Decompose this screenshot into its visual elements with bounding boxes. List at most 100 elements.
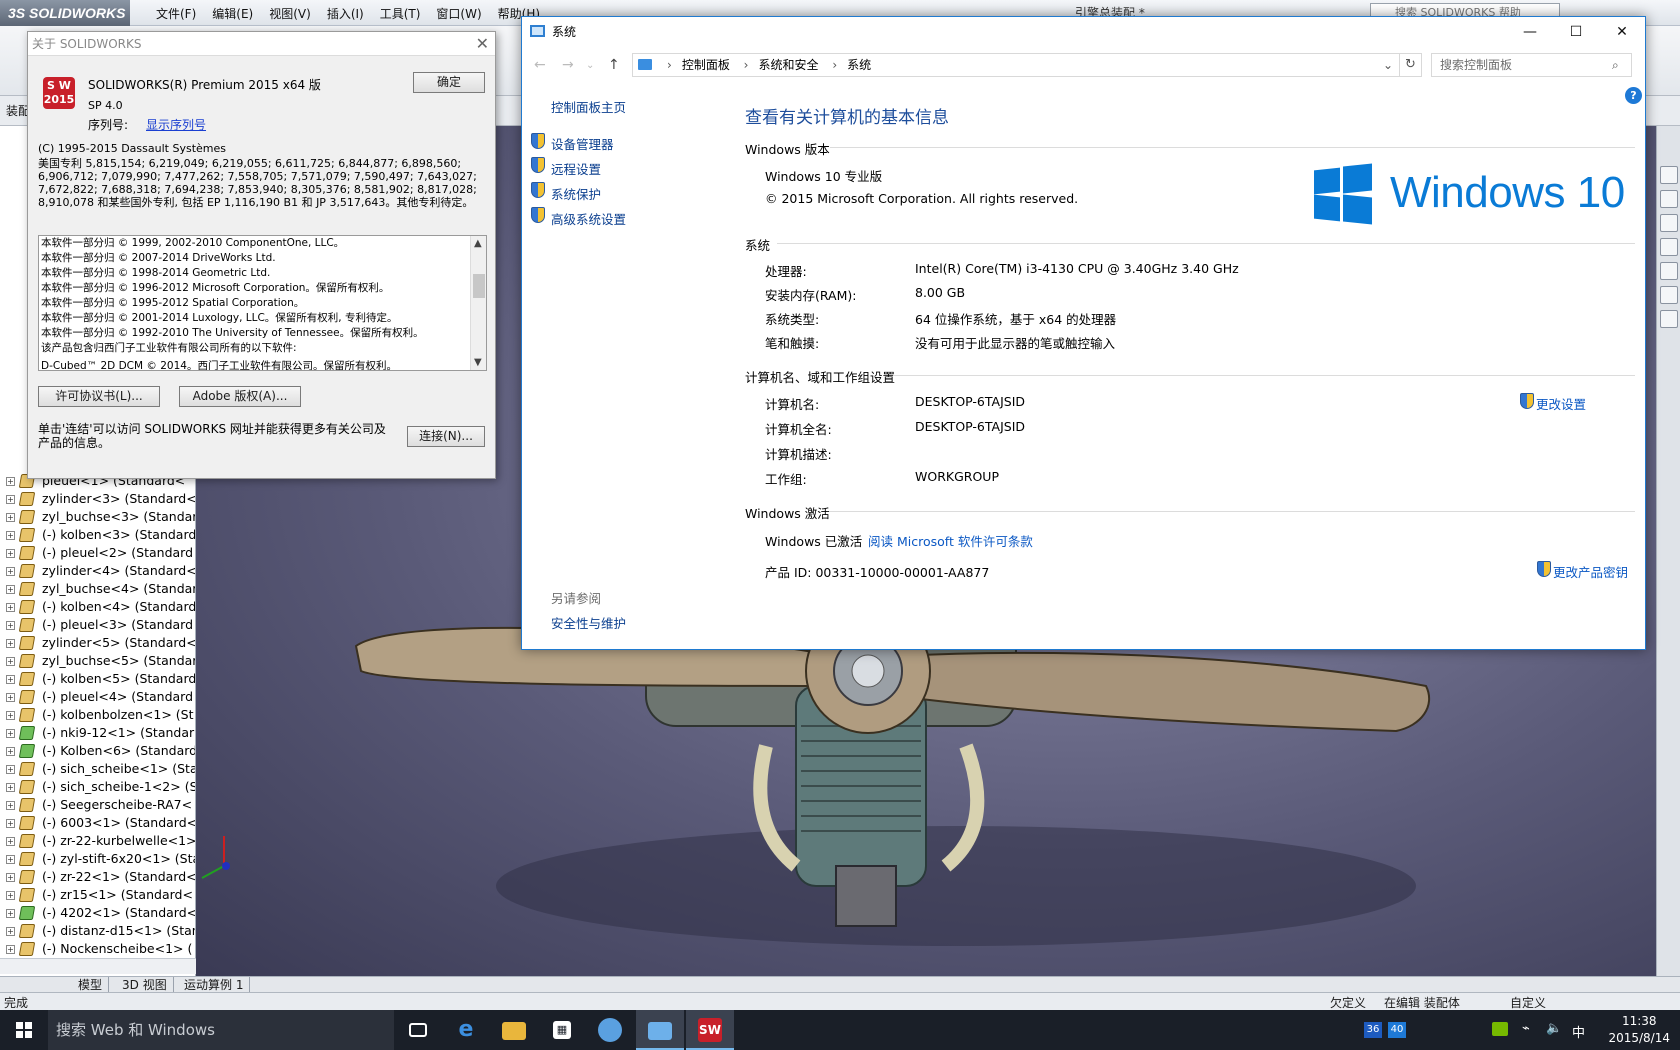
expand-icon[interactable]: + bbox=[6, 585, 15, 594]
tree-item[interactable]: + zyl_buchse<4> (Standar bbox=[0, 580, 195, 598]
tree-item[interactable]: + (-) sich_scheibe<1> (Sta bbox=[0, 760, 195, 778]
tab-model[interactable]: 模型 bbox=[72, 977, 110, 993]
appearances-icon[interactable] bbox=[1660, 262, 1678, 280]
tree-item[interactable]: + (-) nki9-12<1> (Standar bbox=[0, 724, 195, 742]
tree-item[interactable]: + (-) zr15<1> (Standard< bbox=[0, 886, 195, 904]
adobe-copyright-button[interactable]: Adobe 版权(A)... bbox=[179, 386, 301, 407]
taskbar-app-globe[interactable] bbox=[586, 1010, 634, 1050]
task-view-button[interactable] bbox=[394, 1010, 442, 1050]
tree-item[interactable]: + (-) Kolben<6> (Standard bbox=[0, 742, 195, 760]
expand-icon[interactable]: + bbox=[6, 531, 15, 540]
breadcrumb[interactable]: › 控制面板 › 系统和安全 › 系统 ⌄ bbox=[632, 53, 1400, 77]
tab-motion-study[interactable]: 运动算例 1 bbox=[178, 977, 251, 993]
volume-icon[interactable]: 🔈 bbox=[1546, 1021, 1562, 1036]
tree-item[interactable]: + (-) zr-22<1> (Standard< bbox=[0, 868, 195, 886]
start-button[interactable] bbox=[0, 1010, 48, 1050]
expand-icon[interactable]: + bbox=[6, 639, 15, 648]
nvidia-icon[interactable] bbox=[1492, 1022, 1508, 1036]
tree-item[interactable]: + (-) Nockenscheibe<1> ( bbox=[0, 940, 195, 958]
menu-edit[interactable]: 编辑(E) bbox=[204, 0, 261, 26]
forum-icon[interactable] bbox=[1660, 310, 1678, 328]
network-icon[interactable]: ⌁ bbox=[1522, 1021, 1530, 1036]
expand-icon[interactable]: + bbox=[6, 603, 15, 612]
close-icon[interactable]: ✕ bbox=[476, 34, 489, 54]
expand-icon[interactable]: + bbox=[6, 495, 15, 504]
tree-item[interactable]: + (-) pleuel<2> (Standard bbox=[0, 544, 195, 562]
recent-dropdown-icon[interactable]: ⌄ bbox=[586, 60, 594, 71]
taskbar-store[interactable]: ▦ bbox=[538, 1010, 586, 1050]
tree-item[interactable]: + (-) kolben<3> (Standard bbox=[0, 526, 195, 544]
tree-item[interactable]: + (-) sich_scheibe-1<2> (S bbox=[0, 778, 195, 796]
tree-item[interactable]: + zyl_buchse<5> (Standar bbox=[0, 652, 195, 670]
view-palette-icon[interactable] bbox=[1660, 238, 1678, 256]
expand-icon[interactable]: + bbox=[6, 855, 15, 864]
tree-item[interactable]: + (-) kolben<4> (Standard bbox=[0, 598, 195, 616]
maximize-button[interactable]: ☐ bbox=[1553, 17, 1599, 47]
help-icon[interactable]: ? bbox=[1625, 87, 1642, 104]
device-manager-link[interactable]: 设备管理器 bbox=[551, 134, 614, 153]
menu-file[interactable]: 文件(F) bbox=[148, 0, 204, 26]
status-units[interactable]: 自定义 bbox=[1510, 994, 1546, 1011]
advanced-settings-link[interactable]: 高级系统设置 bbox=[551, 209, 626, 228]
expand-icon[interactable]: + bbox=[6, 621, 15, 630]
minimize-button[interactable]: — bbox=[1507, 17, 1553, 47]
expand-icon[interactable]: + bbox=[6, 873, 15, 882]
scroll-down-icon[interactable]: ▼ bbox=[474, 357, 482, 368]
scroll-up-icon[interactable]: ▲ bbox=[474, 238, 482, 249]
security-maintenance-link[interactable]: 安全性与维护 bbox=[551, 613, 626, 632]
address-dropdown-icon[interactable]: ⌄ bbox=[1383, 54, 1393, 76]
breadcrumb-system[interactable]: 系统 bbox=[847, 58, 871, 72]
file-explorer-icon[interactable] bbox=[1660, 214, 1678, 232]
expand-icon[interactable]: + bbox=[6, 927, 15, 936]
tree-item[interactable]: + (-) kolben<5> (Standard bbox=[0, 670, 195, 688]
system-protection-link[interactable]: 系统保护 bbox=[551, 184, 601, 203]
change-product-key-link[interactable]: 更改产品密钥 bbox=[1553, 562, 1628, 581]
refresh-icon[interactable]: ↻ bbox=[1400, 53, 1422, 77]
menu-insert[interactable]: 插入(I) bbox=[319, 0, 372, 26]
taskbar-edge[interactable]: e bbox=[442, 1010, 490, 1050]
home-icon[interactable] bbox=[1660, 166, 1678, 184]
tree-item[interactable]: + zylinder<5> (Standard< bbox=[0, 634, 195, 652]
expand-icon[interactable]: + bbox=[6, 711, 15, 720]
tray-badge-40[interactable]: 40 bbox=[1388, 1022, 1406, 1038]
expand-icon[interactable]: + bbox=[6, 747, 15, 756]
expand-icon[interactable]: + bbox=[6, 819, 15, 828]
tray-badge-36[interactable]: 36 bbox=[1364, 1022, 1382, 1038]
ok-button[interactable]: 确定 bbox=[413, 72, 485, 93]
tree-item[interactable]: + (-) 6003<1> (Standard< bbox=[0, 814, 195, 832]
show-serial-link[interactable]: 显示序列号 bbox=[146, 116, 206, 133]
tree-item[interactable]: + (-) zyl-stift-6x20<1> (Sta bbox=[0, 850, 195, 868]
up-icon[interactable]: ↑ bbox=[608, 57, 620, 73]
custom-properties-icon[interactable] bbox=[1660, 286, 1678, 304]
scroll-thumb[interactable] bbox=[473, 274, 485, 298]
expand-icon[interactable]: + bbox=[6, 837, 15, 846]
expand-icon[interactable]: + bbox=[6, 783, 15, 792]
expand-icon[interactable]: + bbox=[6, 513, 15, 522]
ime-indicator[interactable]: 中 bbox=[1572, 1022, 1585, 1041]
tree-item[interactable]: + (-) kolbenbolzen<1> (St bbox=[0, 706, 195, 724]
taskbar-control-panel[interactable] bbox=[636, 1010, 684, 1050]
tab-3d-view[interactable]: 3D 视图 bbox=[116, 977, 174, 993]
breadcrumb-system-security[interactable]: 系统和安全 bbox=[758, 58, 818, 72]
clock[interactable]: 11:38 2015/8/14 bbox=[1608, 1013, 1670, 1047]
taskbar-solidworks[interactable]: SW bbox=[686, 1010, 734, 1050]
expand-icon[interactable]: + bbox=[6, 657, 15, 666]
close-button[interactable]: ✕ bbox=[1599, 17, 1645, 47]
credits-scrollbar[interactable]: ▲ ▼ bbox=[470, 236, 486, 370]
expand-icon[interactable]: + bbox=[6, 693, 15, 702]
tree-item[interactable]: + zylinder<3> (Standard< bbox=[0, 490, 195, 508]
forward-icon[interactable]: → bbox=[562, 57, 574, 73]
license-terms-link[interactable]: 阅读 Microsoft 软件许可条款 bbox=[868, 531, 1033, 550]
expand-icon[interactable]: + bbox=[6, 891, 15, 900]
change-settings-link[interactable]: 更改设置 bbox=[1536, 394, 1586, 413]
search-input[interactable]: 搜索控制面板 bbox=[1431, 53, 1632, 77]
search-icon[interactable]: ⌕ bbox=[1612, 58, 1619, 73]
expand-icon[interactable]: + bbox=[6, 765, 15, 774]
expand-icon[interactable]: + bbox=[6, 675, 15, 684]
tree-item[interactable]: + (-) pleuel<3> (Standard bbox=[0, 616, 195, 634]
expand-icon[interactable]: + bbox=[6, 477, 15, 486]
connect-button[interactable]: 连接(N)... bbox=[407, 426, 485, 447]
expand-icon[interactable]: + bbox=[6, 729, 15, 738]
credits-list[interactable]: 本软件一部分归 © 1999, 2002-2010 ComponentOne, … bbox=[38, 235, 487, 371]
design-library-icon[interactable] bbox=[1660, 190, 1678, 208]
